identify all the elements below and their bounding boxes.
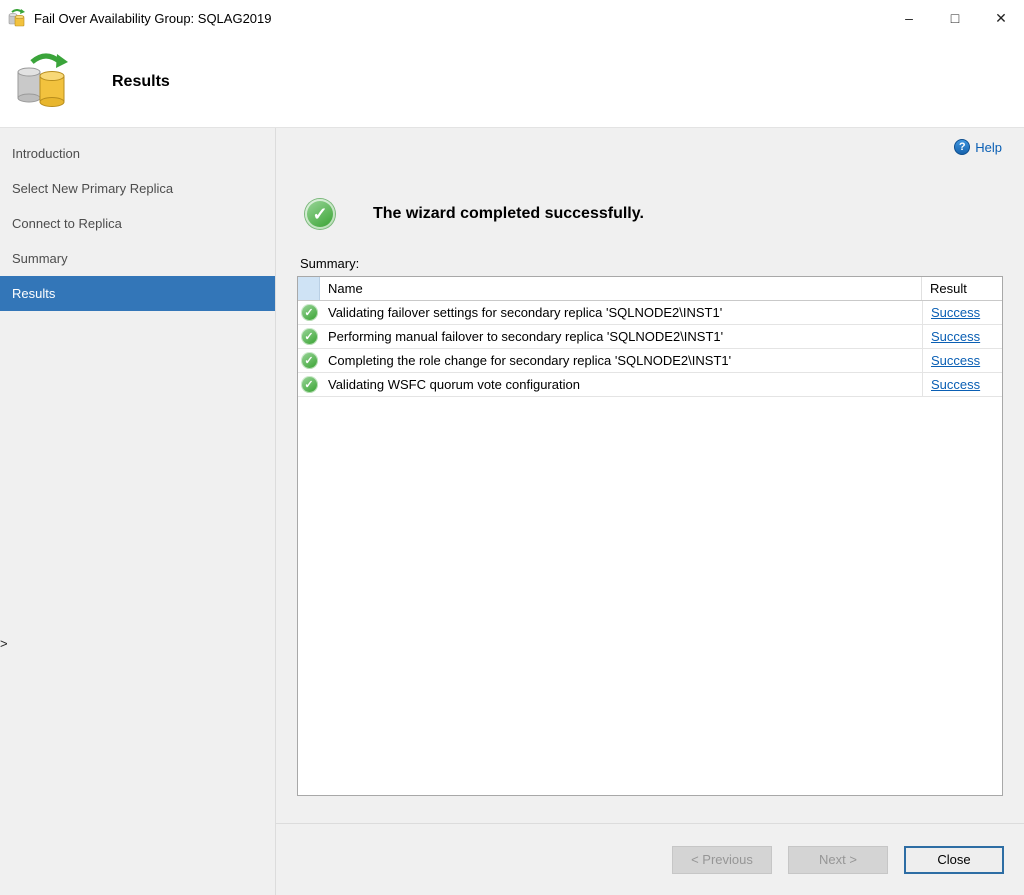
success-check-icon: ✓ bbox=[301, 328, 318, 345]
minimize-button[interactable]: – bbox=[886, 0, 932, 36]
close-window-button[interactable]: ✕ bbox=[978, 0, 1024, 36]
header-result[interactable]: Result bbox=[922, 277, 1002, 300]
maximize-button[interactable]: □ bbox=[932, 0, 978, 36]
row-name: Validating WSFC quorum vote configuratio… bbox=[320, 373, 922, 396]
row-result-cell: Success bbox=[922, 325, 1002, 348]
help-link[interactable]: ? Help bbox=[954, 139, 1002, 155]
summary-label: Summary: bbox=[300, 256, 1024, 271]
table-row[interactable]: ✓ Validating WSFC quorum vote configurat… bbox=[298, 373, 1002, 397]
row-name: Completing the role change for secondary… bbox=[320, 349, 922, 372]
status-row: ✓ The wizard completed successfully. bbox=[305, 198, 1024, 230]
wizard-footer: < Previous Next > Close bbox=[276, 823, 1024, 895]
title-bar: Fail Over Availability Group: SQLAG2019 … bbox=[0, 0, 1024, 36]
success-link[interactable]: Success bbox=[931, 353, 980, 368]
sidebar-item-select-new-primary-replica[interactable]: Select New Primary Replica bbox=[0, 171, 275, 206]
previous-button: < Previous bbox=[672, 846, 772, 874]
row-name: Validating failover settings for seconda… bbox=[320, 301, 922, 324]
header-name[interactable]: Name bbox=[320, 277, 922, 300]
success-link[interactable]: Success bbox=[931, 377, 980, 392]
table-row[interactable]: ✓ Validating failover settings for secon… bbox=[298, 301, 1002, 325]
table-row[interactable]: ✓ Performing manual failover to secondar… bbox=[298, 325, 1002, 349]
next-button: Next > bbox=[788, 846, 888, 874]
sidebar-item-connect-to-replica[interactable]: Connect to Replica bbox=[0, 206, 275, 241]
sidebar-item-label: Select New Primary Replica bbox=[12, 181, 173, 196]
status-message: The wizard completed successfully. bbox=[373, 205, 644, 223]
row-status-cell: ✓ bbox=[298, 373, 320, 396]
success-link[interactable]: Success bbox=[931, 305, 980, 320]
wizard-header: Results bbox=[0, 36, 1024, 128]
sidebar-item-label: Results bbox=[12, 286, 55, 301]
row-result-cell: Success bbox=[922, 349, 1002, 372]
app-icon bbox=[8, 9, 26, 27]
row-status-cell: ✓ bbox=[298, 301, 320, 324]
table-row[interactable]: ✓ Completing the role change for seconda… bbox=[298, 349, 1002, 373]
success-check-icon: ✓ bbox=[301, 352, 318, 369]
main-panel: ? Help ✓ The wizard completed successful… bbox=[276, 128, 1024, 895]
row-result-cell: Success bbox=[922, 301, 1002, 324]
sidebar-item-results[interactable]: Results bbox=[0, 276, 275, 311]
row-status-cell: ✓ bbox=[298, 349, 320, 372]
success-check-icon: ✓ bbox=[301, 376, 318, 393]
window-title: Fail Over Availability Group: SQLAG2019 bbox=[34, 11, 272, 26]
header-icon-cell bbox=[298, 277, 320, 300]
help-label: Help bbox=[975, 140, 1002, 155]
sidebar-item-label: Connect to Replica bbox=[12, 216, 122, 231]
results-table-header: Name Result bbox=[298, 277, 1002, 301]
help-row: ? Help bbox=[276, 128, 1024, 158]
close-button[interactable]: Close bbox=[904, 846, 1004, 874]
content-area: Introduction Select New Primary Replica … bbox=[0, 128, 1024, 895]
window-controls: – □ ✕ bbox=[886, 0, 1024, 36]
row-name: Performing manual failover to secondary … bbox=[320, 325, 922, 348]
sidebar-item-label: Summary bbox=[12, 251, 68, 266]
results-table: Name Result ✓ Validating failover settin… bbox=[297, 276, 1003, 796]
row-result-cell: Success bbox=[922, 373, 1002, 396]
success-check-icon: ✓ bbox=[305, 199, 335, 229]
availability-group-icon bbox=[14, 52, 70, 108]
stray-chevron-artifact: > bbox=[0, 636, 8, 651]
wizard-steps-sidebar: Introduction Select New Primary Replica … bbox=[0, 128, 276, 895]
row-status-cell: ✓ bbox=[298, 325, 320, 348]
success-link[interactable]: Success bbox=[931, 329, 980, 344]
help-icon: ? bbox=[954, 139, 970, 155]
page-title: Results bbox=[112, 73, 170, 91]
success-check-icon: ✓ bbox=[301, 304, 318, 321]
sidebar-item-label: Introduction bbox=[12, 146, 80, 161]
sidebar-item-summary[interactable]: Summary bbox=[0, 241, 275, 276]
sidebar-item-introduction[interactable]: Introduction bbox=[0, 136, 275, 171]
